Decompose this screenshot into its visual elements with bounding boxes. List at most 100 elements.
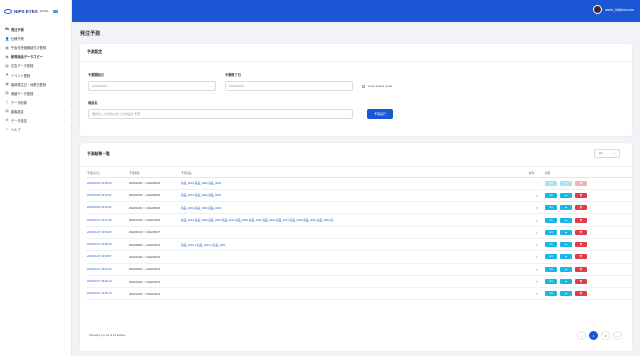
run-date-cell[interactable]: 2023/01/23 16:15:37 xyxy=(87,189,129,203)
products-cell[interactable]: 商品_4001,1,商品_4001,1,商品_4001 xyxy=(181,238,529,252)
delete-button[interactable]: 🗑 xyxy=(575,217,587,223)
csv-button[interactable]: csv xyxy=(545,254,557,260)
download-button[interactable]: ☁ xyxy=(560,192,572,198)
flag-icon: ⚑ xyxy=(5,73,9,78)
download-button[interactable]: ☁ xyxy=(560,217,572,223)
next-page-button[interactable]: › xyxy=(613,331,622,340)
sidebar-item[interactable]: ⧉ 新規商品データコピー xyxy=(0,52,71,61)
sidebar-item[interactable]: ▦ 臨時発注日・休業日登録 xyxy=(0,80,71,89)
download-button[interactable]: ☁ xyxy=(560,229,572,235)
delete-button[interactable]: 🗑 xyxy=(575,254,587,260)
delete-button[interactable]: 🗑 xyxy=(575,205,587,211)
sidebar-item[interactable]: ▦ 午後付売価格紐付け登録 xyxy=(0,43,71,52)
chevron-down-icon: ⌄ xyxy=(613,151,616,155)
check-circle-icon: ✓ xyxy=(535,254,539,260)
sidebar-item[interactable]: ? ヘルプ › xyxy=(0,125,71,134)
delete-button[interactable]: 🗑 xyxy=(575,279,587,285)
col-products[interactable]: 予測商品 xyxy=(181,170,529,178)
page-1-button[interactable]: 1 xyxy=(589,331,598,340)
table-row: 2023/01/23 16:15:37 2022/01/01 ～ 2022/06/… xyxy=(87,189,631,203)
products-cell[interactable]: 商品_4001,商品_4002,商品_4003 xyxy=(181,177,529,190)
csv-button[interactable]: csv xyxy=(545,266,557,272)
delete-button[interactable]: 🗑 xyxy=(575,266,587,272)
run-date-cell[interactable]: 2023/01/17 12:56:14 xyxy=(87,287,129,301)
download-button[interactable]: ☁ xyxy=(560,291,572,297)
run-date-cell[interactable]: 2023/01/17 16:35:49 xyxy=(87,238,129,252)
logo[interactable]: NIPS EYES EXCEL xyxy=(0,0,71,22)
period-cell: 2022/01/01 ～ 2022/06/30 xyxy=(129,177,181,190)
per-page-select[interactable]: 10 ⌄ xyxy=(594,149,620,158)
download-button[interactable]: ☁ xyxy=(560,254,572,260)
status-cell: ✓ xyxy=(529,213,545,227)
learn-events-checkbox[interactable]: Learn events mode xyxy=(362,84,392,88)
delete-button[interactable]: 🗑 xyxy=(575,180,587,186)
col-run-date[interactable]: 予測実行日 xyxy=(87,170,129,178)
delete-button[interactable]: 🗑 xyxy=(575,242,587,248)
check-circle-icon: ✓ xyxy=(535,192,539,198)
sidebar-item[interactable]: ⚙ データ設定 › xyxy=(0,116,71,125)
delete-button[interactable]: 🗑 xyxy=(575,229,587,235)
status-cell: ✓ xyxy=(529,201,545,215)
actions-cell: csv ☁ 🗑 xyxy=(545,201,631,215)
products-cell[interactable] xyxy=(181,226,529,239)
product-select[interactable]: 選択なしの場合は全ての商品を予測 ⌄ xyxy=(88,109,353,119)
products-cell[interactable] xyxy=(181,275,529,289)
csv-button[interactable]: csv xyxy=(545,217,557,223)
run-date-cell[interactable]: 2023/01/17 15:49:42 xyxy=(87,263,129,276)
products-cell[interactable]: 商品_4001,商品_4002,商品_4003 xyxy=(181,189,529,203)
delete-button[interactable]: 🗑 xyxy=(575,291,587,297)
start-date-field[interactable]: 2023/04/24 xyxy=(88,81,216,91)
csv-button[interactable]: csv xyxy=(545,279,557,285)
products-cell[interactable] xyxy=(181,250,529,264)
delete-button[interactable]: 🗑 xyxy=(575,192,587,198)
csv-button[interactable]: csv xyxy=(545,180,557,186)
sidebar-item[interactable]: ▤ 広告データ登録 xyxy=(0,61,71,70)
run-date-cell[interactable]: 2023/01/23 15:55:25 xyxy=(87,177,129,190)
check-circle-icon: ✓ xyxy=(535,291,539,297)
period-cell: 2022/01/01 ～ 2022/10/31 xyxy=(129,213,181,227)
avatar[interactable] xyxy=(592,5,602,14)
grid-icon: ▦ xyxy=(5,45,9,50)
download-button[interactable]: ☁ xyxy=(560,180,572,186)
table-row: 2023/01/17 16:59:03 2022/03/16 ～ 2022/06/… xyxy=(87,226,631,239)
sidebar-item[interactable]: ▤ 顧客設定 › xyxy=(0,107,71,116)
csv-button[interactable]: csv xyxy=(545,242,557,248)
run-date-cell[interactable]: 2023/01/17 16:59:03 xyxy=(87,226,129,239)
page-2-button[interactable]: 2 xyxy=(601,331,610,340)
products-cell[interactable] xyxy=(181,287,529,301)
status-cell: ✓ xyxy=(529,287,545,301)
user-menu[interactable]: name_lb@test.com xyxy=(592,5,634,14)
end-date-field[interactable]: 2023/04/25 xyxy=(225,81,353,91)
products-cell[interactable]: 商品_4001,商品_4002,商品_4003 xyxy=(181,201,529,215)
sidebar-item[interactable]: ⚑ イベント登録 xyxy=(0,70,71,79)
check-circle-icon: ✓ xyxy=(535,242,539,248)
run-date-cell[interactable]: 2023/01/17 15:48:19 xyxy=(87,275,129,289)
status-cell: ✓ xyxy=(529,238,545,252)
grid-icon: ▦ xyxy=(5,82,9,87)
checkbox-box[interactable] xyxy=(362,84,365,88)
download-button[interactable]: ☁ xyxy=(560,205,572,211)
run-date-cell[interactable]: 2023/01/17 16:23:49 xyxy=(87,213,129,227)
sidebar-item[interactable]: ▤ 実績データ登録 xyxy=(0,89,71,98)
run-forecast-button[interactable]: 予測実行 xyxy=(367,109,393,119)
sidebar-item[interactable]: ▯ データ削除 xyxy=(0,98,71,107)
run-date-cell[interactable]: 2023/01/20 15:53:42 xyxy=(87,201,129,215)
download-button[interactable]: ☁ xyxy=(560,242,572,248)
csv-button[interactable]: csv xyxy=(545,229,557,235)
sidebar-item[interactable]: ⛟ 発注予測 xyxy=(0,25,71,34)
products-cell[interactable] xyxy=(181,263,529,276)
run-date-cell[interactable]: 2023/01/17 16:03:57 xyxy=(87,250,129,264)
table-row: 2023/01/23 15:55:25 2022/01/01 ～ 2022/06/… xyxy=(87,177,631,190)
csv-button[interactable]: csv xyxy=(545,205,557,211)
download-button[interactable]: ☁ xyxy=(560,279,572,285)
csv-button[interactable]: csv xyxy=(545,192,557,198)
file-icon: ▯ xyxy=(6,100,8,105)
csv-button[interactable]: csv xyxy=(545,291,557,297)
product-label: 商品名 xyxy=(88,101,98,105)
prev-page-button[interactable]: ‹ xyxy=(577,331,586,340)
download-button[interactable]: ☁ xyxy=(560,266,572,272)
menu-toggle-icon[interactable] xyxy=(52,9,58,13)
products-cell[interactable]: 商品_4001,商品_4002,商品_4003,商品_3011,商品_3002,… xyxy=(181,213,529,227)
sidebar-item[interactable]: 👤 仕様予測 xyxy=(0,34,71,43)
col-period[interactable]: 予測期間 xyxy=(129,170,181,178)
